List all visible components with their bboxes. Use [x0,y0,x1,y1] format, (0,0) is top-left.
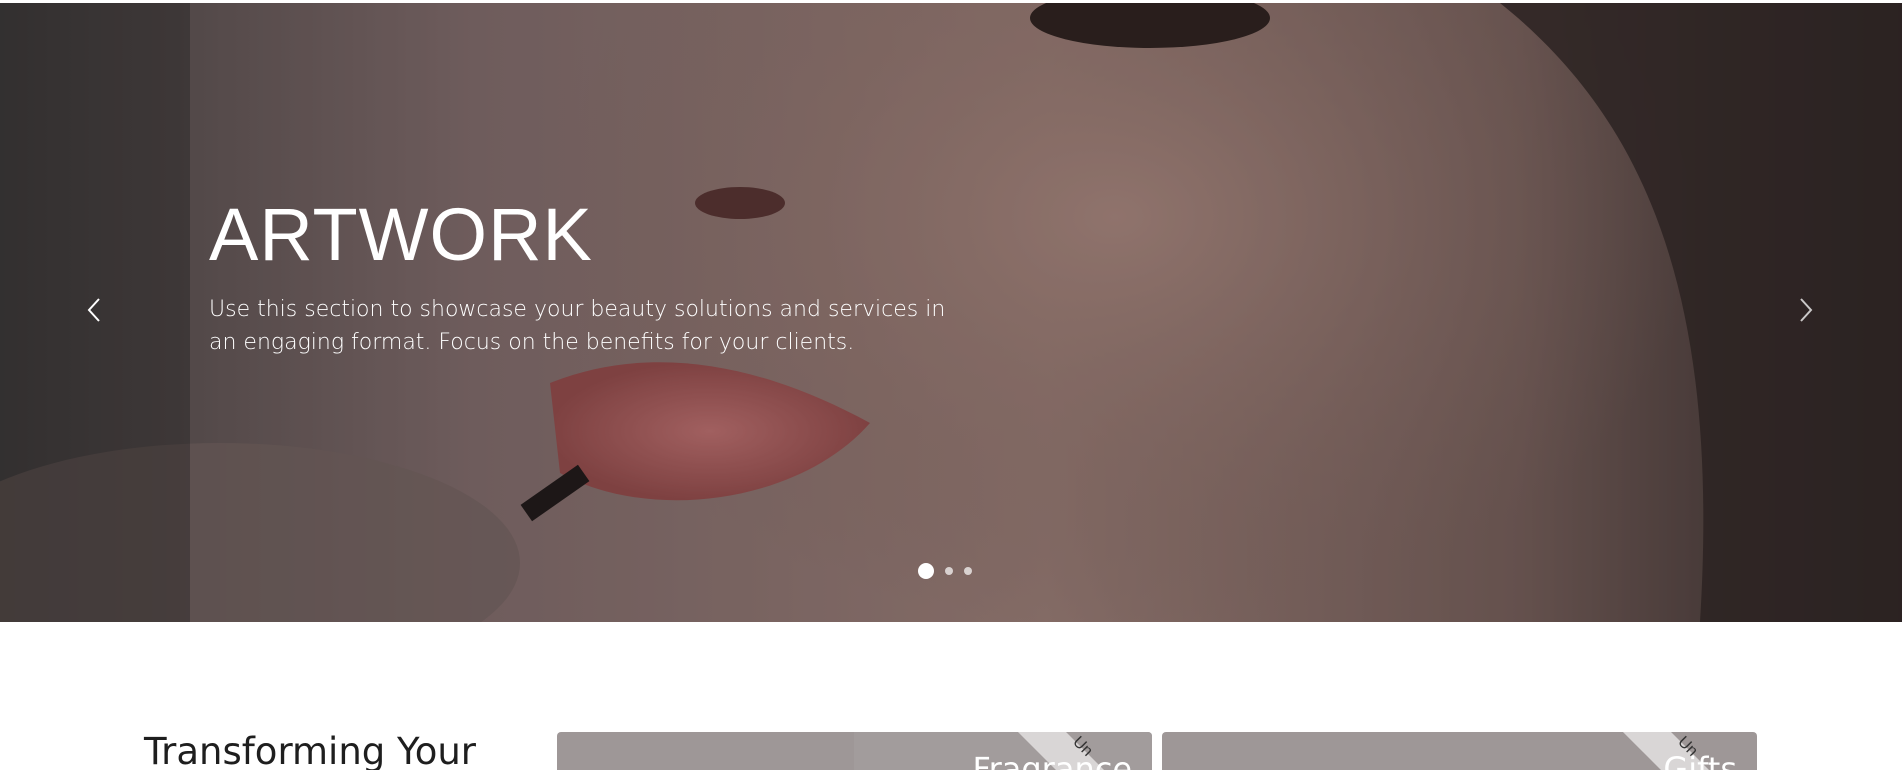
category-card-gifts[interactable]: Un Gifts [1162,732,1757,770]
page: ARTWORK Use this section to showcase you… [0,0,1902,770]
category-card-fragrance[interactable]: Un Fragrance [557,732,1152,770]
card-title: Gifts [1663,750,1737,770]
chevron-right-icon[interactable] [1790,295,1820,325]
slider-dot-1[interactable] [918,563,934,579]
card-title: Fragrance [972,750,1132,770]
slider-dot-3[interactable] [964,567,972,575]
chevron-left-icon[interactable] [80,295,110,325]
hero-slider: ARTWORK Use this section to showcase you… [0,3,1902,622]
hero-title: ARTWORK [209,193,593,276]
hero-description: Use this section to showcase your beauty… [209,297,946,355]
hero-content: ARTWORK Use this section to showcase you… [209,193,969,359]
slider-dot-2[interactable] [945,567,953,575]
slider-dots [918,563,972,579]
section-title: Transforming Your [144,730,477,770]
